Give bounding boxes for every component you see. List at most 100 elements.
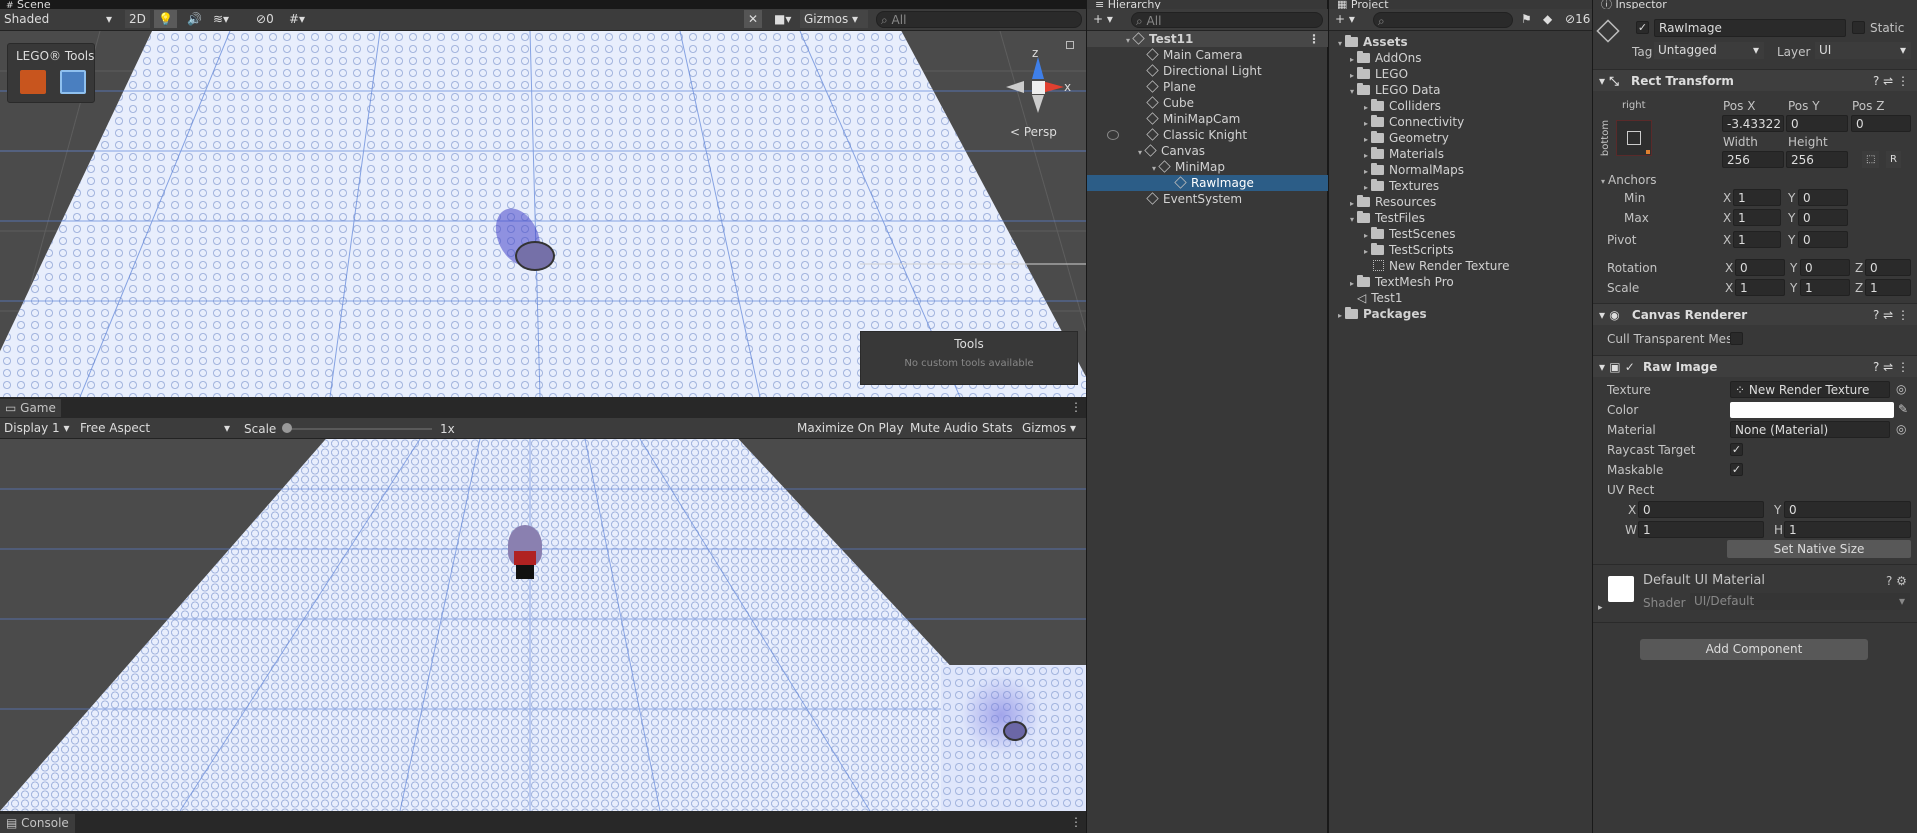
gizmos-dropdown[interactable]: Gizmos ▾: [800, 10, 868, 28]
hierarchy-item[interactable]: Cube: [1087, 95, 1194, 111]
shader-dropdown[interactable]: UI/Default ▾: [1690, 593, 1910, 610]
anchors-max-y-field[interactable]: 0: [1798, 209, 1848, 226]
material-field[interactable]: None (Material): [1730, 421, 1890, 438]
mute-audio-button[interactable]: Mute Audio: [906, 419, 982, 437]
object-name-field[interactable]: RawImage: [1654, 19, 1846, 37]
camera-icon[interactable]: ■▾: [770, 10, 796, 28]
raw-image-header[interactable]: ▾ ▣ ✓ Raw Image? ⇌ ⋮: [1593, 355, 1917, 377]
display-dropdown[interactable]: Display 1 ▾: [0, 419, 72, 437]
project-folder[interactable]: ▸ Colliders: [1329, 98, 1441, 114]
hierarchy-item[interactable]: ▾ Canvas: [1087, 143, 1205, 159]
tab-scene[interactable]: # Scene: [6, 0, 86, 9]
rotation-y-field[interactable]: 0: [1800, 259, 1850, 276]
project-folder-packages[interactable]: ▸ Packages: [1329, 306, 1427, 322]
canvas-renderer-header[interactable]: ▾ ◉ Canvas Renderer? ⇌ ⋮: [1593, 303, 1917, 325]
project-folder[interactable]: ▸ LEGO: [1329, 66, 1408, 82]
project-folder[interactable]: ▾ LEGO Data: [1329, 82, 1440, 98]
color-swatch[interactable]: [1730, 402, 1894, 418]
hierarchy-scene-root[interactable]: ▾ Test11 ⋮: [1087, 31, 1328, 47]
project-folder[interactable]: ▸ AddOns: [1329, 50, 1422, 66]
tab-console[interactable]: ▤ Console: [0, 814, 75, 833]
effects-icon[interactable]: ≋▾: [209, 10, 234, 28]
rotation-z-field[interactable]: 0: [1865, 259, 1911, 276]
tab-game[interactable]: ▭ Game: [0, 399, 61, 417]
maximize-on-play-button[interactable]: Maximize On Play: [793, 419, 908, 437]
tag-dropdown[interactable]: Untagged ▾: [1654, 42, 1764, 59]
uv-w-field[interactable]: 1: [1638, 521, 1764, 538]
select-tool-icon[interactable]: [60, 70, 86, 94]
texture-field[interactable]: ⁘ New Render Texture: [1730, 381, 1890, 398]
project-folder[interactable]: ▸ Textures: [1329, 178, 1439, 194]
blueprint-mode-button[interactable]: ⬚: [1862, 151, 1880, 168]
tab-project[interactable]: ▦ Project: [1337, 0, 1457, 9]
grid-icon[interactable]: #▾: [285, 10, 310, 28]
layer-dropdown[interactable]: UI ▾: [1815, 42, 1911, 59]
hierarchy-add-button[interactable]: + ▾: [1089, 10, 1117, 28]
2d-toggle[interactable]: 2D: [125, 10, 150, 28]
aspect-dropdown[interactable]: Free Aspect ▾: [76, 419, 236, 437]
tab-inspector[interactable]: ⓘ Inspector: [1601, 0, 1721, 9]
project-folder[interactable]: ▸ TestScenes: [1329, 226, 1455, 242]
hierarchy-item[interactable]: Plane: [1087, 79, 1196, 95]
project-search-input[interactable]: ⌕: [1373, 12, 1513, 28]
active-checkbox[interactable]: ✓: [1636, 21, 1649, 34]
hierarchy-item-selected[interactable]: RawImage: [1087, 175, 1328, 191]
hierarchy-item[interactable]: ▾ MiniMap: [1087, 159, 1225, 175]
set-native-size-button[interactable]: Set Native Size: [1727, 540, 1911, 558]
scale-slider-track[interactable]: [286, 428, 432, 430]
anchors-min-y-field[interactable]: 0: [1798, 189, 1848, 206]
static-checkbox[interactable]: [1852, 21, 1865, 34]
hidden-objects-icon[interactable]: ⊘0: [252, 10, 278, 28]
hierarchy-item[interactable]: Main Camera: [1087, 47, 1243, 63]
project-folder[interactable]: ▸ TestScripts: [1329, 242, 1454, 258]
texture-picker-icon[interactable]: ◎: [1896, 381, 1906, 397]
scene-search-input[interactable]: ⌕ All: [876, 11, 1082, 28]
uv-h-field[interactable]: 1: [1784, 521, 1911, 538]
game-menu-icon[interactable]: ⋮: [1070, 399, 1082, 415]
stats-button[interactable]: Stats: [978, 419, 1017, 437]
posz-field[interactable]: 0: [1851, 115, 1911, 132]
lock-icon[interactable]: [1066, 41, 1074, 49]
material-help-icons[interactable]: ? ⚙: [1886, 573, 1907, 589]
pivot-y-field[interactable]: 0: [1798, 231, 1848, 248]
anchors-min-x-field[interactable]: 1: [1733, 189, 1781, 206]
anchors-label[interactable]: ▾ Anchors: [1598, 172, 1657, 190]
project-add-button[interactable]: + ▾: [1331, 10, 1359, 28]
posx-field[interactable]: -3.43322: [1722, 115, 1784, 132]
brick-tool-icon[interactable]: [20, 70, 46, 94]
project-folder[interactable]: ▸ NormalMaps: [1329, 162, 1464, 178]
project-asset-scene[interactable]: ◁ Test1: [1329, 290, 1403, 306]
raw-edit-button[interactable]: R: [1886, 151, 1901, 168]
console-menu-icon[interactable]: ⋮: [1070, 814, 1082, 830]
project-folder[interactable]: ▾ TestFiles: [1329, 210, 1425, 226]
material-foldout-icon[interactable]: ▸: [1598, 600, 1603, 616]
scale-z-field[interactable]: 1: [1865, 279, 1911, 296]
project-folder[interactable]: ▸ Connectivity: [1329, 114, 1464, 130]
project-folder[interactable]: ▸ TextMesh Pro: [1329, 274, 1454, 290]
hierarchy-item[interactable]: MiniMapCam: [1087, 111, 1240, 127]
raycast-target-checkbox[interactable]: ✓: [1730, 443, 1743, 456]
eyedropper-icon[interactable]: ✎: [1898, 401, 1908, 417]
project-asset-render-texture[interactable]: New Render Texture: [1329, 258, 1509, 274]
hierarchy-item[interactable]: EventSystem: [1087, 191, 1242, 207]
knight-model[interactable]: [515, 241, 555, 271]
material-picker-icon[interactable]: ◎: [1896, 421, 1906, 437]
hierarchy-search-input[interactable]: ⌕ All: [1131, 12, 1323, 28]
orientation-gizmo[interactable]: z x: [1000, 45, 1071, 125]
project-folder[interactable]: ▸ Resources: [1329, 194, 1436, 210]
game-gizmos-dropdown[interactable]: Gizmos ▾: [1018, 419, 1081, 437]
filter-type-icon[interactable]: ⚑: [1517, 10, 1536, 28]
audio-icon[interactable]: 🔊: [183, 10, 206, 28]
rect-transform-header[interactable]: ▾ ⤡ Rect Transform? ⇌ ⋮: [1593, 69, 1917, 91]
tab-hierarchy[interactable]: ≡ Hierarchy: [1095, 0, 1215, 9]
scene-visibility-icon[interactable]: [1107, 130, 1119, 140]
maskable-checkbox[interactable]: ✓: [1730, 463, 1743, 476]
pivot-x-field[interactable]: 1: [1733, 231, 1781, 248]
width-field[interactable]: 256: [1722, 151, 1784, 168]
scale-x-field[interactable]: 1: [1735, 279, 1785, 296]
hidden-packages-icon[interactable]: ⊘16: [1561, 10, 1595, 28]
scale-y-field[interactable]: 1: [1800, 279, 1850, 296]
scale-slider-handle[interactable]: [282, 423, 292, 433]
project-folder[interactable]: ▸ Geometry: [1329, 130, 1449, 146]
uv-x-field[interactable]: 0: [1638, 501, 1764, 518]
